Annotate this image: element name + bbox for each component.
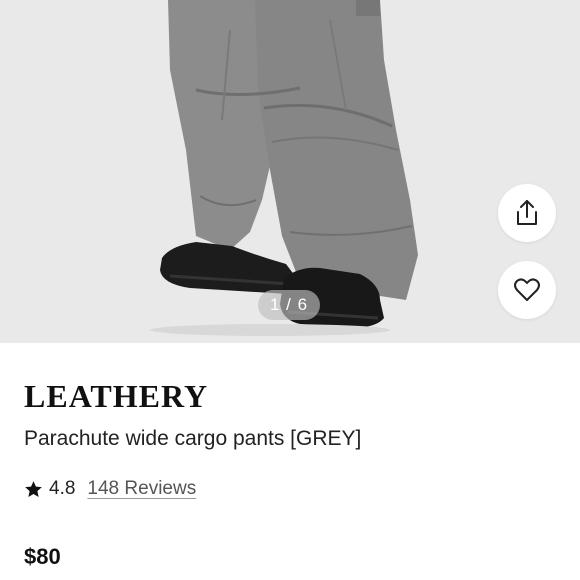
star-icon xyxy=(25,480,42,497)
rating-row: 4.8 148 Reviews xyxy=(24,478,196,500)
product-price: $80 xyxy=(24,544,61,569)
product-title: Parachute wide cargo pants [GREY] xyxy=(24,427,362,450)
rating-score: 4.8 xyxy=(49,478,76,499)
share-button[interactable] xyxy=(498,184,556,242)
heart-icon xyxy=(514,278,540,301)
share-icon xyxy=(517,200,537,225)
favorite-button[interactable] xyxy=(498,261,556,319)
product-image-gallery[interactable]: 1 / 6 xyxy=(0,0,580,343)
brand-name[interactable]: LEATHERY xyxy=(24,378,208,415)
image-pager-indicator: 1 / 6 xyxy=(258,290,320,320)
reviews-link[interactable]: 148 Reviews xyxy=(87,478,196,500)
